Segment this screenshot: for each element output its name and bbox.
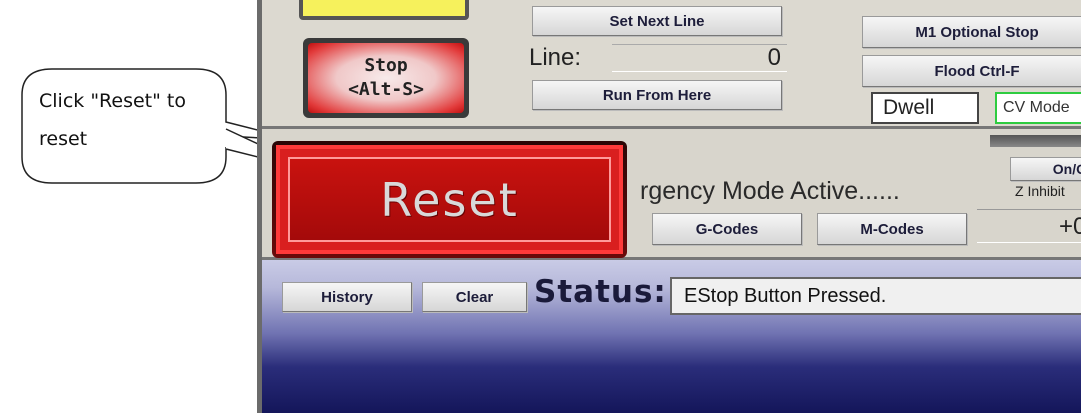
dwell-indicator: Dwell xyxy=(871,92,979,124)
status-panel: History Clear Status: EStop Button Press… xyxy=(262,260,1081,413)
z-inhibit-onoff-button[interactable]: On/O xyxy=(1010,157,1081,181)
set-next-line-button[interactable]: Set Next Line xyxy=(532,6,782,36)
stop-button-face: Stop <Alt-S> xyxy=(308,43,464,113)
history-button[interactable]: History xyxy=(282,282,412,312)
status-message-field: EStop Button Pressed. xyxy=(670,277,1081,315)
callout-line-2: reset xyxy=(39,128,88,150)
emergency-mode-text: rgency Mode Active...... xyxy=(640,177,900,205)
yellow-button[interactable] xyxy=(299,0,469,20)
reset-panel: Reset rgency Mode Active...... G-Codes M… xyxy=(262,126,1081,260)
flood-button[interactable]: Flood Ctrl-F xyxy=(862,55,1081,87)
stop-label: Stop xyxy=(364,55,408,76)
gcodes-button[interactable]: G-Codes xyxy=(652,213,802,245)
mcodes-button[interactable]: M-Codes xyxy=(817,213,967,245)
program-run-panel: Stop <Alt-S> Set Next Line Line: 0 Run F… xyxy=(262,0,1081,126)
stop-button[interactable]: Stop <Alt-S> xyxy=(303,38,469,118)
callout-text: Click "Reset" to reset xyxy=(39,82,219,158)
line-number-field[interactable]: 0 xyxy=(612,44,787,72)
indicator-bar xyxy=(990,135,1081,147)
reset-button-bezel: Reset xyxy=(276,145,623,254)
reset-button[interactable]: Reset xyxy=(272,141,627,258)
reset-button-label: Reset xyxy=(288,157,611,242)
line-label: Line: xyxy=(529,44,582,71)
cv-mode-indicator: CV Mode xyxy=(995,92,1081,124)
status-label: Status: xyxy=(534,274,667,310)
run-from-here-button[interactable]: Run From Here xyxy=(532,80,782,110)
clear-button[interactable]: Clear xyxy=(422,282,527,312)
m1-optional-stop-button[interactable]: M1 Optional Stop xyxy=(862,16,1081,48)
z-inhibit-value[interactable]: +0. xyxy=(977,209,1081,243)
callout-line-1: Click "Reset" to xyxy=(39,90,186,112)
mach3-window: Stop <Alt-S> Set Next Line Line: 0 Run F… xyxy=(257,0,1081,413)
z-inhibit-label: Z Inhibit xyxy=(1015,183,1065,199)
stop-shortcut-label: <Alt-S> xyxy=(348,79,424,100)
